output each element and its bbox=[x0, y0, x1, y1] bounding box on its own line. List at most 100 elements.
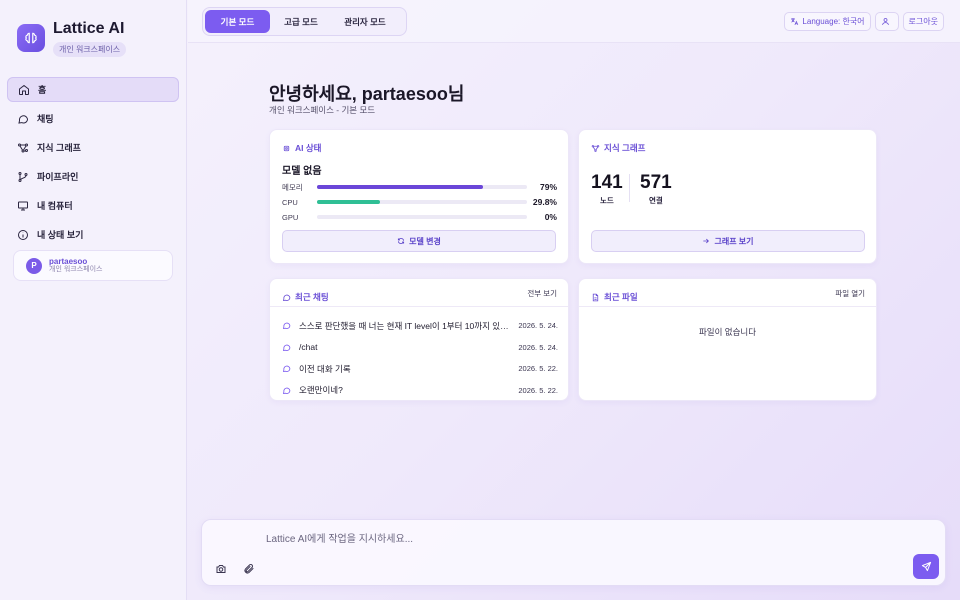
chat-list: 스스로 판단했을 때 너는 현재 IT level이 1부터 10까지 있다..… bbox=[282, 315, 558, 401]
empty-state-text: 파일이 없습니다 bbox=[698, 327, 757, 337]
knowledge-graph-title: 지식 그래프 bbox=[604, 143, 646, 153]
info-icon bbox=[18, 229, 28, 240]
chat-title: 이전 대화 기록 bbox=[299, 363, 351, 374]
knowledge-graph-card: 지식 그래프 141 노드 571 연결 그래프 보기 bbox=[578, 129, 877, 264]
edge-count-label: 연결 bbox=[648, 196, 663, 205]
chat-date: 2026. 5. 24. bbox=[518, 342, 558, 352]
meter-value: 79% bbox=[539, 182, 557, 192]
sidebar-item-label: 홈 bbox=[38, 85, 47, 95]
list-item[interactable]: 이전 대화 기록 2026. 5. 22. bbox=[282, 358, 558, 380]
graph-icon bbox=[591, 144, 600, 152]
home-icon bbox=[19, 84, 29, 95]
node-count-stat: 141 노드 bbox=[591, 172, 623, 206]
file-icon bbox=[592, 293, 599, 301]
send-icon bbox=[921, 561, 931, 572]
memory-meter: 메모리 79% bbox=[282, 181, 557, 193]
mode-basic-button[interactable]: 기본 모드 bbox=[205, 10, 270, 33]
paperclip-icon[interactable] bbox=[242, 562, 256, 576]
chat-bubble-icon bbox=[282, 387, 291, 394]
divider bbox=[270, 306, 568, 307]
meter-label: CPU bbox=[282, 197, 298, 207]
meter-bar bbox=[317, 185, 483, 189]
edge-count-stat: 571 연결 bbox=[640, 172, 672, 206]
chip-icon bbox=[283, 145, 290, 151]
meter-value: 0% bbox=[544, 212, 557, 222]
meter-label: GPU bbox=[282, 212, 299, 222]
open-files-link[interactable]: 파일 열기 bbox=[835, 288, 865, 299]
view-all-chats-link[interactable]: 전부 보기 bbox=[527, 288, 557, 299]
sidebar: Lattice AI 개인 워크스페이스 홈 채팅 지식 그래프 파이프라인 내… bbox=[0, 0, 187, 600]
sidebar-nav: 홈 채팅 지식 그래프 파이프라인 내 컴퓨터 내 상태 보기 bbox=[7, 77, 179, 251]
list-item[interactable]: /chat 2026. 5. 24. bbox=[282, 337, 558, 359]
sidebar-item-label: 파이프라인 bbox=[37, 172, 79, 182]
arrow-right-icon bbox=[703, 238, 710, 244]
gpu-meter: GPU 0% bbox=[282, 211, 557, 223]
chat-icon bbox=[282, 294, 291, 301]
sidebar-item-pipeline[interactable]: 파이프라인 bbox=[7, 164, 179, 189]
change-model-button[interactable]: 모델 변경 bbox=[282, 230, 556, 252]
chat-title: 스스로 판단했을 때 너는 현재 IT level이 1부터 10까지 있다..… bbox=[299, 320, 513, 331]
page-subtitle: 개인 워크스페이스 - 기본 모드 bbox=[269, 105, 376, 115]
recent-files-title: 최근 파일 bbox=[604, 292, 638, 302]
prompt-input[interactable] bbox=[266, 531, 866, 547]
chat-date: 2026. 5. 22. bbox=[518, 364, 558, 374]
sidebar-item-my-status[interactable]: 내 상태 보기 bbox=[7, 222, 179, 247]
sidebar-item-home[interactable]: 홈 bbox=[7, 77, 179, 102]
workspace-badge: 개인 워크스페이스 bbox=[53, 42, 127, 57]
chat-bubble-icon bbox=[282, 344, 291, 351]
sidebar-item-label: 채팅 bbox=[37, 114, 54, 124]
chat-bubble-icon bbox=[282, 322, 291, 330]
change-model-label: 모델 변경 bbox=[409, 236, 441, 246]
edge-count: 571 bbox=[640, 172, 672, 193]
pipeline-icon bbox=[18, 171, 28, 182]
language-button[interactable]: Language: 한국어 bbox=[784, 12, 871, 31]
mode-switcher: 기본 모드 고급 모드 관리자 모드 bbox=[202, 7, 407, 36]
ai-status-card: AI 상태 모델 없음 메모리 79% CPU 29.8% GPU 0% 모델 … bbox=[269, 129, 569, 264]
camera-icon[interactable] bbox=[214, 562, 228, 576]
app-title: Lattice AI bbox=[53, 20, 125, 37]
logout-button[interactable]: 로그아웃 bbox=[902, 12, 944, 31]
recent-files-card: 최근 파일 파일 열기 파일이 없습니다 bbox=[578, 278, 877, 401]
chat-date: 2026. 5. 22. bbox=[518, 385, 558, 395]
view-graph-button[interactable]: 그래프 보기 bbox=[591, 230, 865, 252]
sidebar-item-label: 내 컴퓨터 bbox=[37, 201, 73, 211]
node-count-label: 노드 bbox=[599, 196, 614, 205]
user-icon bbox=[881, 18, 889, 25]
brain-logo-icon bbox=[17, 24, 45, 52]
meter-bar bbox=[317, 200, 380, 204]
brand: Lattice AI 개인 워크스페이스 bbox=[17, 20, 127, 57]
sidebar-item-label: 지식 그래프 bbox=[37, 143, 81, 153]
list-item[interactable]: 스스로 판단했을 때 너는 현재 IT level이 1부터 10까지 있다..… bbox=[282, 315, 558, 337]
chat-title: /chat bbox=[299, 342, 318, 353]
composer bbox=[201, 519, 946, 586]
sidebar-item-chat[interactable]: 채팅 bbox=[7, 106, 179, 131]
monitor-icon bbox=[18, 201, 28, 210]
chat-bubble-icon bbox=[282, 365, 291, 373]
graph-icon bbox=[18, 143, 28, 152]
view-graph-label: 그래프 보기 bbox=[714, 236, 754, 246]
recent-chats-card: 최근 채팅 전부 보기 스스로 판단했을 때 너는 현재 IT level이 1… bbox=[269, 278, 569, 401]
ai-model-name: 모델 없음 bbox=[282, 166, 322, 177]
refresh-icon bbox=[398, 238, 405, 244]
send-button[interactable] bbox=[913, 554, 939, 579]
profile-button[interactable] bbox=[874, 12, 899, 31]
recent-chats-title: 최근 채팅 bbox=[295, 292, 329, 302]
user-workspace: 개인 워크스페이스 bbox=[49, 266, 103, 274]
page-title: 안녕하세요, partaesoo님 bbox=[269, 84, 465, 104]
sidebar-item-my-computer[interactable]: 내 컴퓨터 bbox=[7, 193, 179, 218]
divider bbox=[579, 306, 876, 307]
cpu-meter: CPU 29.8% bbox=[282, 196, 557, 208]
mode-advanced-button[interactable]: 고급 모드 bbox=[270, 10, 332, 33]
meter-label: 메모리 bbox=[282, 182, 303, 192]
list-item[interactable]: 오랜만이네? 2026. 5. 22. bbox=[282, 380, 558, 402]
sidebar-item-knowledge-graph[interactable]: 지식 그래프 bbox=[7, 135, 179, 160]
chat-title: 오랜만이네? bbox=[299, 385, 343, 396]
user-card[interactable]: P partaesoo 개인 워크스페이스 bbox=[13, 250, 173, 281]
meter-value: 29.8% bbox=[532, 197, 557, 207]
language-label: Language: 한국어 bbox=[802, 17, 865, 26]
translate-icon bbox=[791, 18, 799, 26]
topbar: 기본 모드 고급 모드 관리자 모드 Language: 한국어 로그아웃 bbox=[188, 0, 960, 43]
ai-status-title: AI 상태 bbox=[295, 143, 322, 153]
chat-date: 2026. 5. 24. bbox=[518, 321, 558, 331]
mode-admin-button[interactable]: 관리자 모드 bbox=[332, 10, 398, 33]
